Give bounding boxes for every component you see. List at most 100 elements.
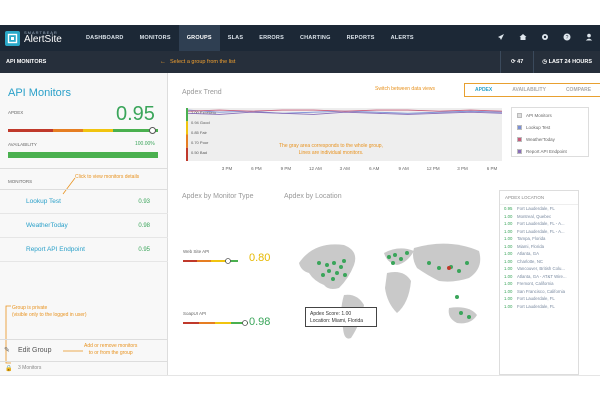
tab-apdex[interactable]: APDEX	[465, 84, 502, 96]
monitor-item[interactable]: WeatherToday 0.98	[0, 214, 168, 238]
location-row[interactable]: 1.00 Charlotte, NC	[500, 258, 578, 266]
location-list-header: APDEX LOCATION	[500, 191, 578, 205]
y-tick-label: 0.85 Fair	[191, 130, 207, 135]
arrow-left-icon: ←	[160, 59, 166, 65]
legend-item[interactable]: Lookup Test	[512, 122, 588, 132]
legend-swatch	[517, 148, 522, 154]
chart-legend: API Monitors Lookup Test WeatherToday Re…	[511, 107, 589, 157]
x-tick-label: 6 PM	[487, 166, 498, 171]
location-score: 1.00	[504, 236, 513, 242]
x-tick-label: 12 PM	[427, 166, 440, 171]
pencil-icon: ✎	[4, 347, 10, 354]
legend-item[interactable]: Report API Endpoint	[512, 146, 588, 156]
location-score: 1.00	[504, 303, 513, 309]
world-map[interactable]	[289, 233, 494, 353]
views-hint: Switch between data views	[375, 86, 436, 92]
sub-header-bar: API MONITORS ← Select a group from the l…	[0, 51, 600, 73]
gauge-bar	[183, 258, 238, 264]
home-icon[interactable]	[512, 33, 534, 43]
apdex-trend-title: Apdex Trend	[182, 89, 222, 96]
apdex-label: APDEX	[8, 110, 24, 115]
legend-item[interactable]: API Monitors	[512, 110, 588, 120]
rocket-icon[interactable]	[490, 33, 512, 43]
location-name: San Francisco, California	[517, 288, 566, 294]
location-row[interactable]: 1.00 Tampa, Florida	[500, 235, 578, 243]
nav-reports[interactable]: REPORTS	[339, 25, 383, 51]
location-row[interactable]: 1.00 Atlanta, GA - AT&T Wire...	[500, 273, 578, 281]
data-view-tabs: APDEX AVAILABILITY COMPARE	[464, 83, 600, 97]
location-score: 1.00	[504, 221, 513, 227]
apdex-by-location-title: Apdex by Location	[284, 193, 342, 200]
gauge-value: 0.98	[249, 316, 271, 328]
time-range-selector[interactable]: ◷ LAST 24 HOURS	[534, 59, 600, 65]
gauge-value: 0.80	[249, 252, 271, 264]
alertsite-logo[interactable]: SMARTBEAR AlertSite	[0, 25, 78, 51]
edit-hint-line: to or from the group	[88, 350, 133, 356]
apdex-band	[186, 134, 188, 148]
location-name: Fort Lauderdale, FL	[517, 303, 555, 309]
x-tick-label: 6 PM	[251, 166, 262, 171]
location-row[interactable]: 1.00 Fort Lauderdale, FL	[500, 303, 578, 311]
nav-alerts[interactable]: ALERTS	[383, 25, 422, 51]
nav-charting[interactable]: CHARTING	[292, 25, 339, 51]
location-name: Atlanta, GA	[517, 251, 539, 257]
monitor-name: Lookup Test	[26, 198, 61, 205]
x-tick-label: 3 PM	[457, 166, 468, 171]
location-tooltip: Apdex Score: 1.00 Location: Miami, Flori…	[305, 307, 377, 327]
logo-mark-icon	[5, 30, 20, 46]
x-tick-label: 3 PM	[222, 166, 233, 171]
location-score: 1.00	[504, 258, 513, 264]
location-row[interactable]: 1.00 Fort Lauderdale, FL - A...	[500, 228, 578, 236]
y-tick-label: 0.70 Poor	[191, 140, 209, 145]
private-hint-line: Group is private	[12, 305, 48, 311]
tab-compare[interactable]: COMPARE	[556, 84, 600, 96]
legend-label: API Monitors	[526, 112, 552, 118]
location-score: 1.00	[504, 296, 513, 302]
legend-label: Lookup Test	[526, 124, 551, 130]
settings-icon[interactable]	[534, 33, 556, 43]
nav-monitors[interactable]: MONITORS	[132, 25, 179, 51]
availability-value: 100.00%	[135, 141, 155, 147]
nav-groups[interactable]: GROUPS	[178, 25, 220, 51]
location-row[interactable]: 1.00 Fremont, California	[500, 280, 578, 288]
trend-hint-line: Lines are individual monitors.	[298, 150, 364, 156]
location-score: 1.00	[504, 281, 513, 287]
location-row[interactable]: 1.00 Fort Lauderdale, FL	[500, 295, 578, 303]
location-score: 1.00	[504, 266, 513, 272]
monitor-item[interactable]: Lookup Test 0.93	[0, 190, 168, 214]
apdex-value: 0.95	[116, 103, 155, 125]
alerts-counter[interactable]: ⟳ 47	[501, 59, 533, 65]
gauge-bar	[183, 320, 248, 326]
legend-swatch	[517, 136, 522, 142]
x-tick-label: 3 AM	[340, 166, 351, 171]
monitor-apdex: 0.95	[138, 246, 150, 253]
location-name: Tampa, Florida	[517, 236, 546, 242]
monitor-count-row: 🔒 3 Monitors	[0, 361, 168, 374]
location-row[interactable]: 1.00 Miami, Florida	[500, 243, 578, 251]
location-row[interactable]: 1.00 Atlanta, GA	[500, 250, 578, 258]
help-icon[interactable]: ?	[556, 33, 578, 43]
nav-dashboard[interactable]: DASHBOARD	[78, 25, 132, 51]
edit-hint-line: Add or remove monitors	[84, 343, 138, 349]
tab-availability[interactable]: AVAILABILITY	[502, 84, 556, 96]
location-row[interactable]: 1.00 Vancouver, British Colu...	[500, 265, 578, 273]
main-nav: DASHBOARD MONITORS GROUPS SLAS ERRORS CH…	[78, 25, 422, 51]
trend-hint-line: The gray area corresponds to the whole g…	[279, 143, 383, 149]
location-row[interactable]: 1.00 Fort Lauderdale, FL - A...	[500, 220, 578, 228]
apdex-marker	[149, 127, 156, 134]
location-row[interactable]: 1.00 San Francisco, California	[500, 288, 578, 296]
apdex-band	[186, 108, 188, 122]
y-tick-label: 0.94 Good	[191, 120, 210, 125]
location-row[interactable]: 1.00 Montreal, Quebec	[500, 213, 578, 221]
gauge-label: Web Site API	[183, 249, 210, 254]
nav-errors[interactable]: ERRORS	[251, 25, 292, 51]
private-hint-line: (visible only to the logged in user)	[12, 312, 87, 318]
legend-item[interactable]: WeatherToday	[512, 134, 588, 144]
monitor-item[interactable]: Report API Endpoint 0.95	[0, 238, 168, 262]
nav-slas[interactable]: SLAS	[220, 25, 251, 51]
divider	[0, 339, 168, 340]
location-row[interactable]: 0.95 Fort Lauderdale, FL	[500, 205, 578, 213]
legend-swatch	[517, 124, 522, 130]
y-tick-label: 0.50 Bad	[191, 150, 207, 155]
user-icon[interactable]	[578, 33, 600, 43]
